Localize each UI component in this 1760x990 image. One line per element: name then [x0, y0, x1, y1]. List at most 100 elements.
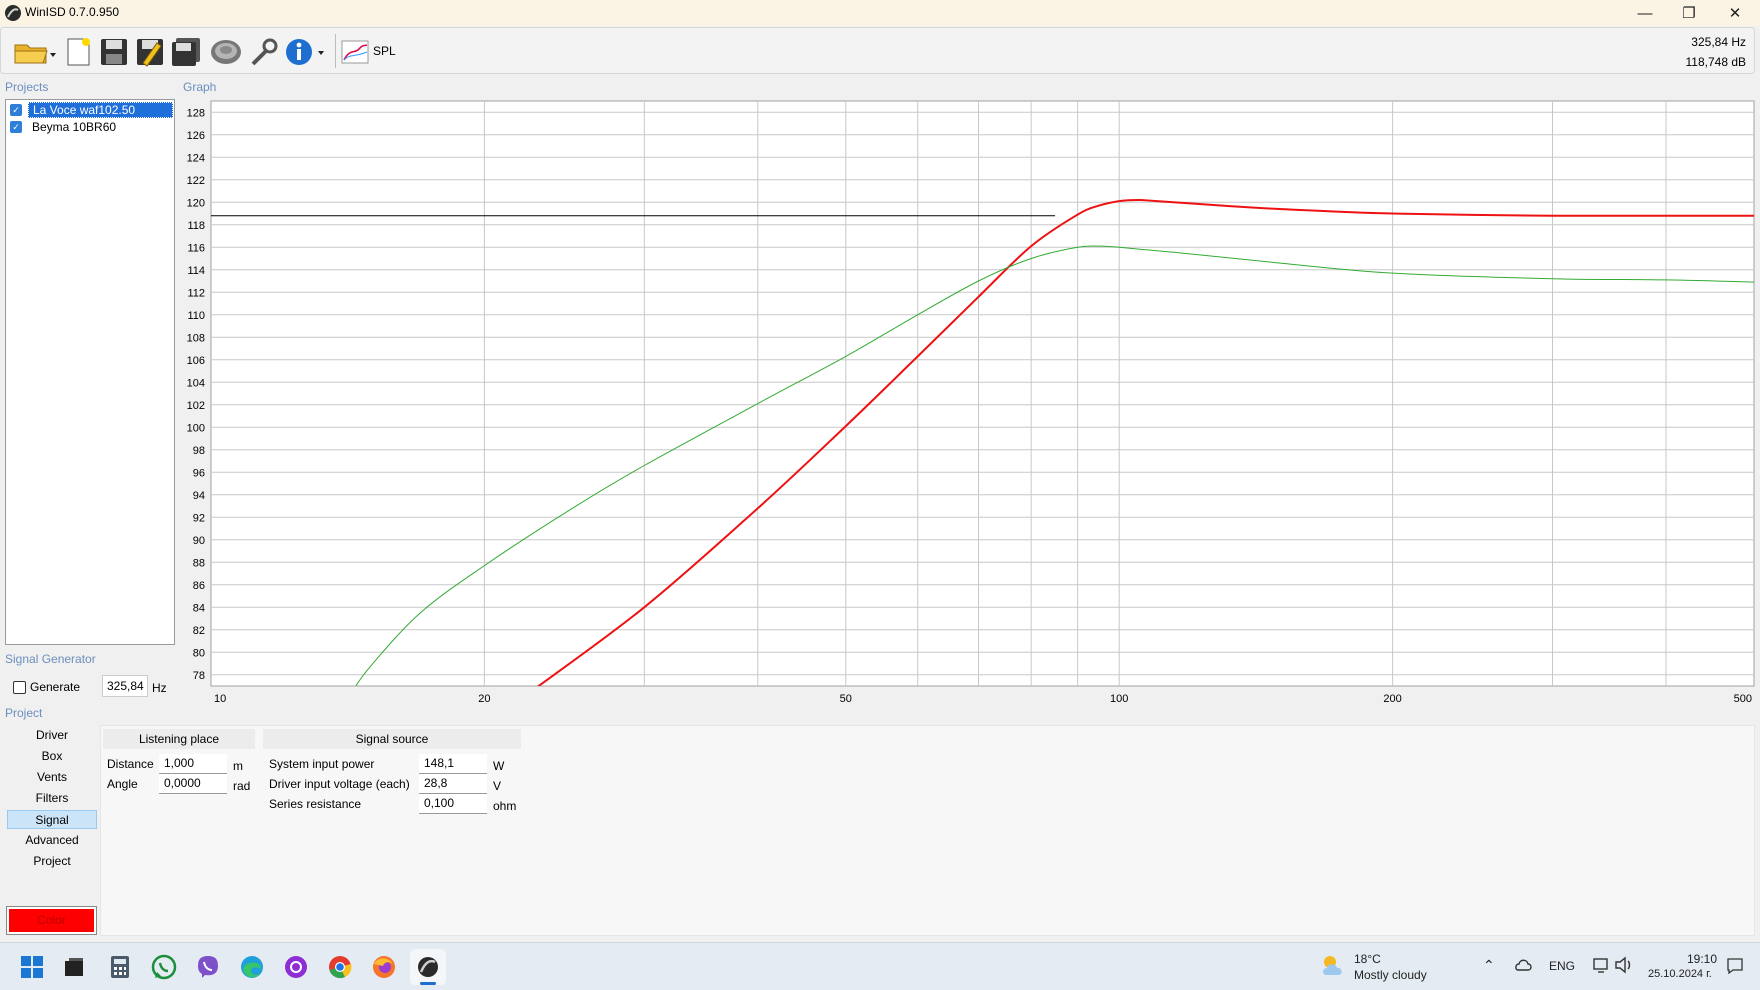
- y-tick-label: 78: [193, 670, 205, 682]
- taskbar-app-edge[interactable]: [234, 949, 270, 985]
- windows-logo-icon: [21, 956, 43, 978]
- close-button[interactable]: ✕: [1712, 0, 1758, 26]
- distance-input[interactable]: 1,000: [159, 754, 227, 774]
- nav-driver[interactable]: Driver: [7, 726, 97, 745]
- projects-section-label: Projects: [5, 80, 49, 94]
- nav-box[interactable]: Box: [7, 747, 97, 766]
- nav-filters[interactable]: Filters: [7, 789, 97, 808]
- taskbar-app-media[interactable]: [278, 949, 314, 985]
- signal-source-header: Signal source: [263, 729, 521, 749]
- generator-frequency-input[interactable]: 325,84: [102, 675, 148, 697]
- nav-project[interactable]: Project: [7, 852, 97, 871]
- network-icon[interactable]: [1592, 956, 1610, 974]
- project-name: La Voce waf102.50: [28, 102, 173, 118]
- taskbar-app-whatsapp[interactable]: [146, 949, 182, 985]
- minimize-button[interactable]: —: [1622, 0, 1668, 26]
- open-folder-button[interactable]: [11, 34, 59, 70]
- angle-input[interactable]: 0,0000: [159, 774, 227, 794]
- input-voltage-input[interactable]: 28,8: [419, 774, 487, 794]
- tools-button[interactable]: [247, 34, 281, 70]
- taskbar-app-firefox[interactable]: [366, 949, 402, 985]
- taskbar-app-viber[interactable]: [190, 949, 226, 985]
- project-item[interactable]: ✓ La Voce waf102.50: [10, 102, 173, 118]
- onedrive-cloud-icon[interactable]: [1514, 958, 1532, 972]
- taskbar-app-calculator[interactable]: [102, 949, 138, 985]
- y-tick-label: 82: [193, 625, 205, 637]
- y-tick-label: 84: [193, 602, 205, 614]
- generate-checkbox[interactable]: [13, 681, 26, 694]
- nav-vents[interactable]: Vents: [7, 768, 97, 787]
- save-as-button[interactable]: [133, 34, 167, 70]
- x-tick-label: 200: [1383, 693, 1401, 705]
- wrench-icon: [251, 38, 278, 66]
- save-all-button[interactable]: [169, 34, 203, 70]
- input-voltage-label: Driver input voltage (each): [269, 777, 410, 791]
- restore-button[interactable]: ❐: [1666, 0, 1712, 26]
- color-button[interactable]: Color: [6, 906, 97, 935]
- language-indicator[interactable]: ENG: [1549, 959, 1575, 973]
- y-tick-label: 110: [187, 310, 205, 322]
- y-tick-label: 100: [187, 422, 205, 434]
- save-icon: [101, 39, 127, 65]
- edge-icon: [241, 956, 263, 978]
- taskbar: 18°C Mostly cloudy ⌃ ENG 19:10 25.10.202…: [0, 942, 1760, 990]
- y-tick-label: 114: [187, 265, 205, 277]
- project-item[interactable]: ✓ Beyma 10BR60: [10, 119, 173, 135]
- weather-icon: [1323, 956, 1342, 975]
- new-project-button[interactable]: [61, 34, 95, 70]
- input-power-unit: W: [493, 759, 505, 773]
- info-button[interactable]: [283, 34, 327, 70]
- y-tick-label: 120: [187, 197, 205, 209]
- nav-signal[interactable]: Signal: [7, 810, 97, 829]
- y-tick-label: 86: [193, 580, 205, 592]
- y-tick-label: 88: [193, 557, 205, 569]
- title-bar: WinISD 0.7.0.950 — ❐ ✕: [0, 0, 1760, 26]
- clock-time[interactable]: 19:10: [1687, 952, 1717, 966]
- distance-label: Distance: [107, 757, 154, 771]
- y-tick-label: 96: [193, 467, 205, 479]
- save-button[interactable]: [97, 34, 131, 70]
- driver-editor-button[interactable]: [209, 34, 243, 70]
- viber-icon: [198, 956, 218, 978]
- plot-background: [210, 100, 1755, 687]
- app-logo-icon: [5, 5, 21, 21]
- clock-date[interactable]: 25.10.2024 г.: [1648, 968, 1712, 980]
- calculator-icon: [111, 956, 129, 978]
- x-tick-label: 500: [1734, 693, 1752, 705]
- frequency-readout: 325,84 Hz: [1691, 35, 1746, 49]
- spl-graph[interactable]: 78 80 82 84 86 88 90 92 94 96 98 100 102 104 106 108 110…: [184, 86, 1756, 710]
- taskbar-app-task-view[interactable]: [56, 949, 92, 985]
- taskbar-app-winisd[interactable]: [410, 949, 446, 985]
- series-resistance-input[interactable]: 0,100: [419, 794, 487, 814]
- start-button[interactable]: [14, 949, 50, 985]
- y-tick-label: 106: [187, 355, 205, 367]
- folder-icon: [14, 44, 56, 64]
- spl-chart: 78 80 82 84 86 88 90 92 94 96 98 100 102 104 106 108 110…: [187, 100, 1755, 705]
- whatsapp-icon: [151, 954, 177, 980]
- media-player-icon: [285, 956, 307, 978]
- window-title: WinISD 0.7.0.950: [25, 5, 120, 19]
- y-tick-label: 116: [187, 242, 205, 254]
- y-tick-label: 90: [193, 535, 205, 547]
- y-tick-label: 92: [193, 512, 205, 524]
- taskbar-app-chrome[interactable]: [322, 949, 358, 985]
- y-tick-label: 104: [187, 377, 205, 389]
- project-checkbox[interactable]: ✓: [10, 121, 22, 133]
- series-resistance-unit: ohm: [493, 799, 517, 813]
- spl-graph-icon: [341, 40, 369, 64]
- listening-place-header: Listening place: [103, 729, 255, 749]
- active-app-indicator: [420, 982, 436, 985]
- y-tick-label: 118: [187, 220, 205, 232]
- weather-temperature: 18°C: [1354, 952, 1381, 966]
- spl-graph-label: SPL: [373, 44, 396, 58]
- angle-unit: rad: [233, 779, 251, 793]
- nav-advanced[interactable]: Advanced: [7, 831, 97, 850]
- volume-icon[interactable]: [1614, 956, 1634, 974]
- input-power-input[interactable]: 148,1: [419, 754, 487, 774]
- notifications-icon[interactable]: [1726, 957, 1744, 975]
- chevron-up-icon[interactable]: ⌃: [1483, 957, 1495, 974]
- spl-graph-button[interactable]: [339, 34, 371, 70]
- project-checkbox[interactable]: ✓: [10, 104, 22, 116]
- new-file-icon: [67, 38, 90, 66]
- y-tick-label: 126: [187, 130, 205, 142]
